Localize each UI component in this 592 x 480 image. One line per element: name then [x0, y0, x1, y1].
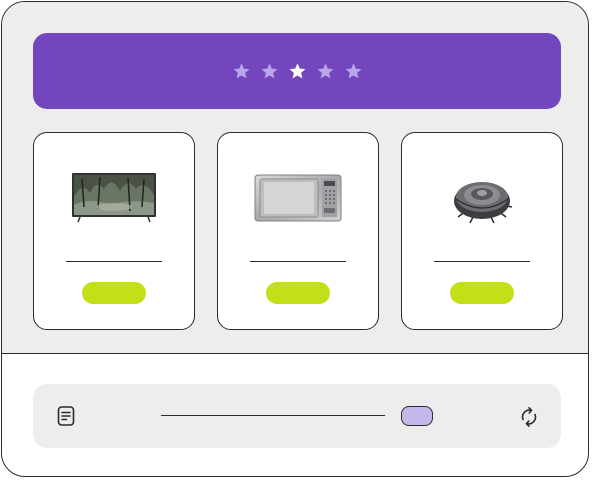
product-name-placeholder: [434, 261, 530, 262]
product-card-microwave[interactable]: [217, 132, 379, 330]
product-label: [66, 241, 162, 257]
robot-vacuum-image: [454, 182, 513, 224]
rating-star-icon-5[interactable]: [344, 62, 363, 81]
slider-handle[interactable]: [401, 406, 433, 426]
document-icon[interactable]: [55, 405, 77, 427]
product-action-button[interactable]: [266, 282, 330, 304]
rating-star-icon-4[interactable]: [316, 62, 335, 81]
app-frame: [1, 1, 589, 477]
rating-banner: [33, 33, 561, 109]
product-label: [250, 241, 346, 257]
rating-star-icon-2[interactable]: [260, 62, 279, 81]
slider-track[interactable]: [161, 415, 385, 416]
tv-image: [72, 173, 156, 223]
rating-star-icon-3[interactable]: [288, 62, 307, 81]
microwave-image: [254, 174, 342, 222]
rating-star-icon-1[interactable]: [232, 62, 251, 81]
product-card-tv[interactable]: [33, 132, 195, 330]
product-name-placeholder: [66, 261, 162, 262]
toolbar: [33, 384, 561, 448]
product-label: [434, 241, 530, 257]
product-name-placeholder: [250, 261, 346, 262]
product-card-robot-vacuum[interactable]: [401, 132, 563, 330]
product-action-button[interactable]: [450, 282, 514, 304]
refresh-icon[interactable]: [517, 405, 541, 429]
product-action-button[interactable]: [82, 282, 146, 304]
content-area: [2, 2, 588, 354]
